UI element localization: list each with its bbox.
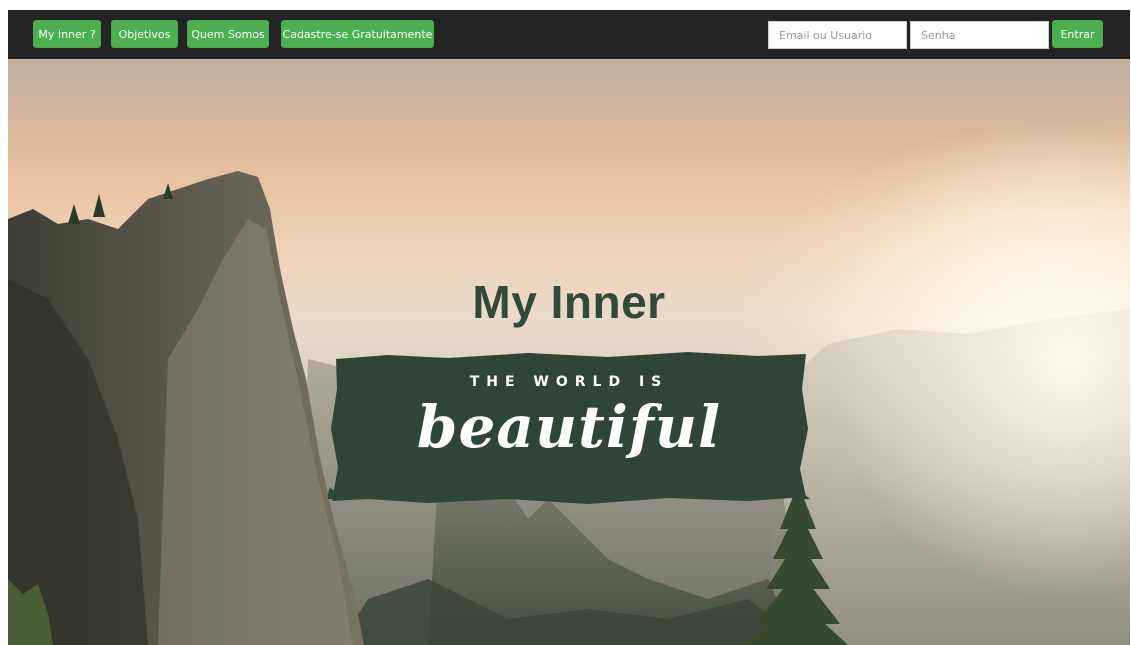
hero-background: My Inner THE WORLD IS beautiful bbox=[8, 59, 1130, 645]
email-input[interactable] bbox=[768, 21, 907, 49]
page-frame: My Inner ? Objetivos Quem Somos Cadastre… bbox=[8, 10, 1130, 645]
top-navbar: My Inner ? Objetivos Quem Somos Cadastre… bbox=[8, 10, 1130, 59]
nav-cadastre-se-button[interactable]: Cadastre-se Gratuitamente bbox=[281, 20, 434, 48]
nav-quem-somos-button[interactable]: Quem Somos bbox=[187, 20, 269, 48]
nav-my-inner-button[interactable]: My Inner ? bbox=[33, 20, 101, 48]
world-is-beautiful-banner: THE WORLD IS beautiful bbox=[328, 349, 810, 509]
banner-subtitle: THE WORLD IS bbox=[469, 374, 669, 390]
entrar-button[interactable]: Entrar bbox=[1052, 20, 1103, 48]
password-input[interactable] bbox=[910, 21, 1049, 49]
hero-title: My Inner bbox=[472, 276, 666, 328]
banner-script-word: beautiful bbox=[416, 393, 722, 461]
nav-objetivos-button[interactable]: Objetivos bbox=[111, 20, 178, 48]
